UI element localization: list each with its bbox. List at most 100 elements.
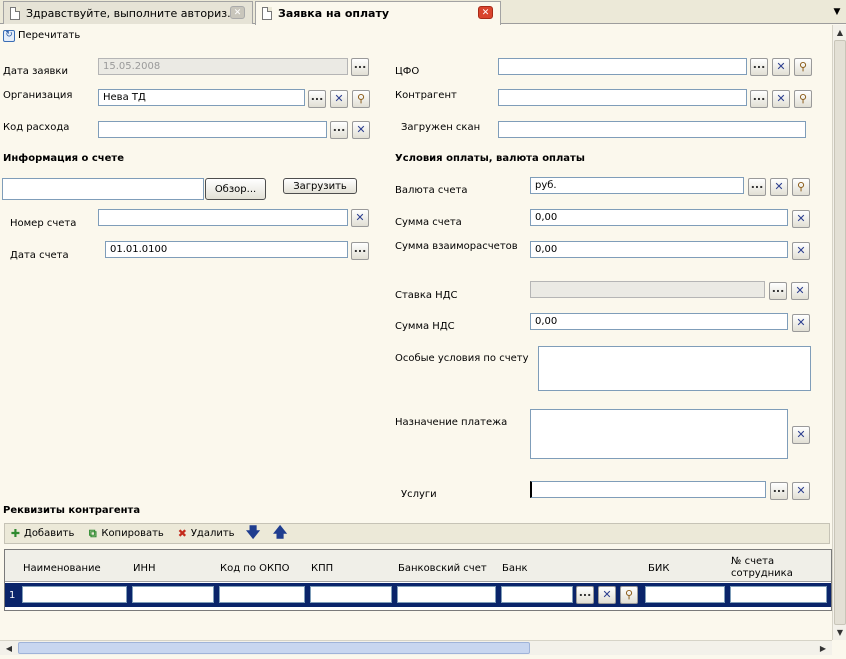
invoice-amount-label: Сумма счета	[395, 217, 462, 228]
organization-clear-icon[interactable]: ✕	[330, 90, 348, 108]
expense-code-select-button[interactable]: ...	[330, 121, 348, 139]
expense-code-field[interactable]	[98, 121, 327, 138]
close-icon[interactable]: ✕	[478, 6, 493, 19]
invoice-date-label: Дата счета	[10, 250, 69, 261]
vat-rate-clear-icon[interactable]: ✕	[791, 282, 809, 300]
bank-cell-input[interactable]	[501, 586, 573, 603]
arrow-up-icon: 🡅	[272, 524, 288, 541]
column-header[interactable]: Банковский счет	[398, 563, 487, 575]
horizontal-scroll-thumb[interactable]	[18, 642, 530, 654]
currency-select-button[interactable]: ...	[748, 178, 766, 196]
contractor-requisites-heading: Реквизиты контрагента	[3, 505, 141, 516]
add-label: Добавить	[24, 528, 75, 539]
organization-select-button[interactable]: ...	[308, 90, 326, 108]
scroll-right-icon[interactable]: ▶	[816, 641, 830, 655]
table-row[interactable]: 1 ... ✕ ⚲	[5, 583, 831, 607]
column-header[interactable]: Код по ОКПО	[220, 563, 290, 575]
currency-field[interactable]: руб.	[530, 177, 744, 194]
copy-button[interactable]: ⧉ Копировать	[86, 527, 164, 540]
vat-amount-clear-icon[interactable]: ✕	[792, 314, 810, 332]
scroll-left-icon[interactable]: ◀	[2, 641, 16, 655]
contractor-search-icon[interactable]: ⚲	[794, 90, 812, 108]
arrow-down-icon: 🡇	[245, 524, 261, 541]
contractor-field[interactable]	[498, 89, 747, 106]
invoice-number-field[interactable]	[98, 209, 348, 226]
organization-field[interactable]: Нева ТД	[98, 89, 305, 106]
services-field[interactable]	[530, 481, 766, 498]
tab-bar: Здравствуйте, выполните авториз... ✕ Зая…	[0, 0, 846, 25]
payment-terms-heading: Условия оплаты, валюта оплаты	[395, 153, 585, 164]
column-header[interactable]: Наименование	[23, 563, 101, 575]
cfo-clear-icon[interactable]: ✕	[772, 58, 790, 76]
add-button[interactable]: ✚ Добавить	[9, 527, 75, 540]
document-icon	[10, 6, 20, 20]
invoice-amount-field[interactable]: 0,00	[530, 209, 788, 226]
services-clear-icon[interactable]: ✕	[792, 482, 810, 500]
column-header[interactable]: КПП	[311, 563, 333, 575]
expense-code-clear-icon[interactable]: ✕	[352, 121, 370, 139]
name-cell-input[interactable]	[22, 586, 127, 603]
column-header[interactable]: № счета сотрудника	[731, 556, 811, 580]
bank-account-cell-input[interactable]	[397, 586, 496, 603]
bank-search-icon[interactable]: ⚲	[620, 586, 638, 604]
employee-account-cell-input[interactable]	[730, 586, 827, 603]
special-conditions-textarea[interactable]	[538, 346, 811, 391]
okpo-cell-input[interactable]	[219, 586, 305, 603]
payment-purpose-textarea[interactable]	[530, 409, 788, 459]
settlement-amount-clear-icon[interactable]: ✕	[792, 242, 810, 260]
payment-purpose-clear-icon[interactable]: ✕	[792, 426, 810, 444]
inn-cell-input[interactable]	[132, 586, 214, 603]
browse-button[interactable]: Обзор...	[205, 178, 266, 200]
tab-title: Заявка на оплату	[278, 7, 390, 20]
cfo-select-button[interactable]: ...	[750, 58, 768, 76]
close-icon[interactable]: ✕	[230, 6, 245, 19]
currency-clear-icon[interactable]: ✕	[770, 178, 788, 196]
contractor-clear-icon[interactable]: ✕	[772, 90, 790, 108]
organization-search-icon[interactable]: ⚲	[352, 90, 370, 108]
refresh-button[interactable]: ↻ Перечитать	[3, 29, 81, 42]
cfo-search-icon[interactable]: ⚲	[794, 58, 812, 76]
cfo-field[interactable]	[498, 58, 747, 75]
invoice-info-heading: Информация о счете	[3, 153, 124, 164]
column-header[interactable]: Банк	[502, 563, 528, 575]
bank-clear-icon[interactable]: ✕	[598, 586, 616, 604]
settlement-amount-field[interactable]: 0,00	[530, 241, 788, 258]
vertical-scrollbar[interactable]: ▲ ▼	[832, 25, 846, 640]
kpp-cell-input[interactable]	[310, 586, 392, 603]
invoice-date-field[interactable]: 01.01.0100	[105, 241, 348, 258]
date-select-button[interactable]: ...	[351, 58, 369, 76]
contractor-label: Контрагент	[395, 90, 457, 101]
vertical-scroll-thumb[interactable]	[834, 40, 846, 625]
cfo-label: ЦФО	[395, 66, 420, 77]
column-header[interactable]: БИК	[648, 563, 669, 575]
tab-payment-request[interactable]: Заявка на оплату ✕	[255, 1, 501, 25]
upload-button[interactable]: Загрузить	[283, 178, 357, 194]
services-label: Услуги	[401, 489, 437, 500]
vat-rate-select-button[interactable]: ...	[769, 282, 787, 300]
refresh-label: Перечитать	[18, 30, 81, 41]
refresh-icon: ↻	[3, 29, 15, 42]
date-label: Дата заявки	[3, 66, 68, 77]
invoice-number-label: Номер счета	[10, 218, 77, 229]
file-path-field[interactable]	[2, 178, 204, 200]
scroll-up-icon[interactable]: ▲	[833, 25, 846, 39]
vat-amount-field[interactable]: 0,00	[530, 313, 788, 330]
requisites-toolbar: ✚ Добавить ⧉ Копировать ✖ Удалить 🡇 🡅	[4, 523, 830, 544]
invoice-number-clear-icon[interactable]: ✕	[351, 209, 369, 227]
invoice-amount-clear-icon[interactable]: ✕	[792, 210, 810, 228]
delete-button[interactable]: ✖ Удалить	[176, 527, 235, 540]
horizontal-scrollbar[interactable]: ◀ ▶	[0, 640, 832, 655]
column-header[interactable]: ИНН	[133, 563, 156, 575]
add-icon: ✚	[10, 527, 21, 540]
tab-authorization[interactable]: Здравствуйте, выполните авториз... ✕	[3, 1, 253, 24]
services-select-button[interactable]: ...	[770, 482, 788, 500]
bank-select-button[interactable]: ...	[576, 586, 594, 604]
bik-cell-input[interactable]	[645, 586, 725, 603]
contractor-select-button[interactable]: ...	[750, 90, 768, 108]
move-down-button[interactable]: 🡇	[245, 524, 262, 541]
currency-search-icon[interactable]: ⚲	[792, 178, 810, 196]
move-up-button[interactable]: 🡅	[272, 524, 289, 541]
tab-list-chevron-icon[interactable]: ▼	[828, 0, 846, 23]
invoice-date-select-button[interactable]: ...	[351, 242, 369, 260]
scroll-down-icon[interactable]: ▼	[833, 625, 846, 639]
